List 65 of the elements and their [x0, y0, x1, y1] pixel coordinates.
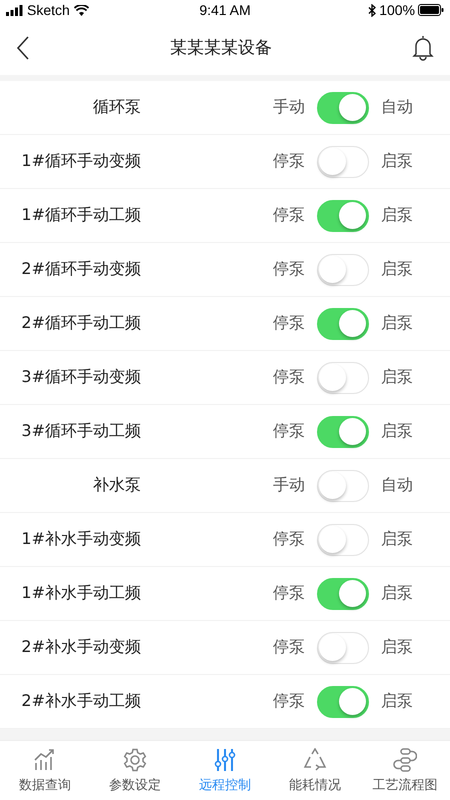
on-label: 自动 [381, 97, 413, 118]
row-label: 2#循环手动变频 [20, 259, 141, 280]
settings-icon [123, 748, 147, 772]
toggle-switch[interactable] [317, 416, 369, 448]
off-label: 停泵 [273, 367, 305, 388]
nav-title: 某某某某设备 [170, 37, 272, 59]
off-label: 停泵 [273, 529, 305, 550]
toggle-switch[interactable] [317, 632, 369, 664]
on-label: 启泵 [381, 637, 413, 658]
carrier-name: Sketch [27, 2, 70, 18]
toggle-switch[interactable] [317, 362, 369, 394]
off-label: 停泵 [273, 691, 305, 712]
row-label: 3#循环手动变频 [20, 367, 141, 388]
on-label: 启泵 [381, 313, 413, 334]
toggle-switch[interactable] [317, 254, 369, 286]
toggle-switch[interactable] [317, 146, 369, 178]
battery-icon [418, 4, 444, 16]
on-label: 自动 [381, 475, 413, 496]
off-label: 手动 [273, 97, 305, 118]
status-time: 9:41 AM [199, 2, 251, 18]
toggle-switch[interactable] [317, 578, 369, 610]
tab-item[interactable]: 数据查询 [0, 741, 90, 800]
off-label: 停泵 [273, 583, 305, 604]
flow-icon [393, 748, 417, 772]
off-label: 停泵 [273, 421, 305, 442]
on-label: 启泵 [381, 151, 413, 172]
row-label: 1#补水手动变频 [20, 529, 141, 550]
row-label: 2#循环手动工频 [20, 313, 141, 334]
off-label: 停泵 [273, 205, 305, 226]
tab-item[interactable]: 工艺流程图 [360, 741, 450, 800]
row-label: 1#循环手动变频 [20, 151, 141, 172]
toggle-switch[interactable] [317, 686, 369, 718]
off-label: 停泵 [273, 637, 305, 658]
on-label: 启泵 [381, 259, 413, 280]
off-label: 停泵 [273, 151, 305, 172]
off-label: 手动 [273, 475, 305, 496]
row-label: 3#循环手动工频 [20, 421, 141, 442]
off-label: 停泵 [273, 259, 305, 280]
battery-percent: 100% [379, 2, 415, 18]
on-label: 启泵 [381, 205, 413, 226]
on-label: 启泵 [381, 691, 413, 712]
row-label: 2#补水手动变频 [20, 637, 141, 658]
tab-item[interactable]: 能耗情况 [270, 741, 360, 800]
tab-item[interactable]: 参数设定 [90, 741, 180, 800]
wifi-icon [74, 4, 89, 16]
signal-icon [6, 4, 23, 16]
toggle-switch[interactable] [317, 524, 369, 556]
toggle-switch[interactable] [317, 308, 369, 340]
on-label: 启泵 [381, 583, 413, 604]
row-label: 1#补水手动工频 [20, 583, 141, 604]
triangle-arrows-icon [303, 748, 327, 772]
chart-icon [33, 748, 57, 772]
row-label: 循环泵 [92, 97, 141, 118]
on-label: 启泵 [381, 367, 413, 388]
on-label: 启泵 [381, 529, 413, 550]
toggle-switch[interactable] [317, 200, 369, 232]
toggle-switch[interactable] [317, 470, 369, 502]
toggle-switch[interactable] [317, 92, 369, 124]
row-label: 2#补水手动工频 [20, 691, 141, 712]
on-label: 启泵 [381, 421, 413, 442]
off-label: 停泵 [273, 313, 305, 334]
row-label: 1#循环手动工频 [20, 205, 141, 226]
bluetooth-icon [368, 4, 376, 16]
row-label: 补水泵 [92, 475, 141, 496]
sliders-icon [213, 748, 237, 772]
